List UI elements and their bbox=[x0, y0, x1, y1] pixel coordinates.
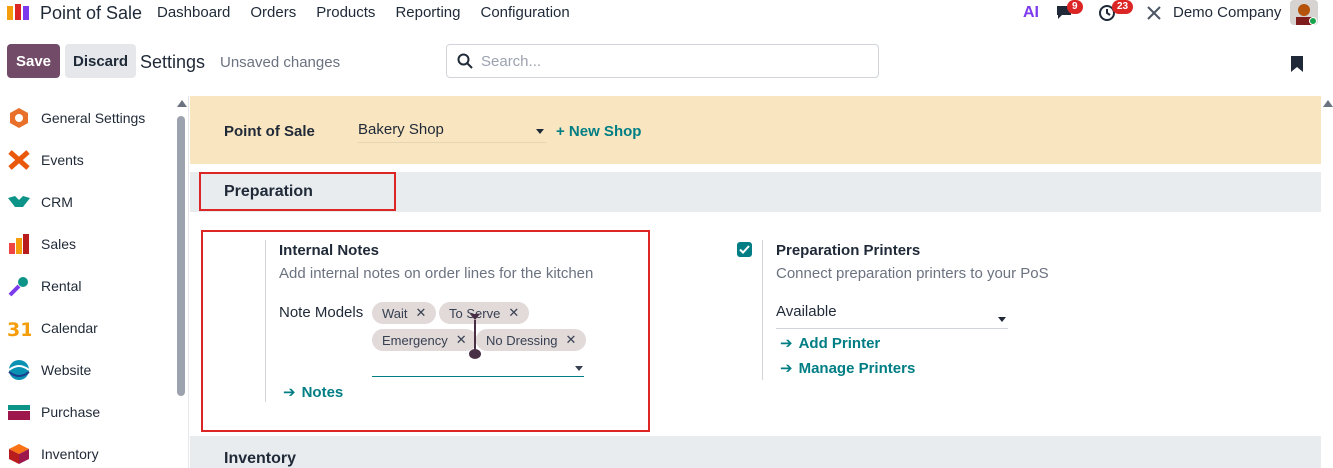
add-printer-label: Add Printer bbox=[798, 334, 881, 352]
purchase-icon bbox=[8, 405, 30, 420]
unsaved-status: Unsaved changes bbox=[220, 54, 341, 71]
online-status-dot bbox=[1309, 17, 1317, 25]
ai-icon[interactable]: AI bbox=[1023, 4, 1039, 22]
preparation-printers-title: Preparation Printers bbox=[776, 242, 921, 259]
menu-products[interactable]: Products bbox=[316, 4, 375, 21]
sidebar-item-label: Rental bbox=[41, 278, 82, 294]
calendar-icon: 31 bbox=[7, 319, 31, 340]
menu-orders[interactable]: Orders bbox=[250, 4, 296, 21]
search-input[interactable] bbox=[481, 51, 861, 71]
chevron-down-icon bbox=[998, 317, 1006, 322]
new-shop-button[interactable]: + New Shop bbox=[556, 123, 641, 140]
shop-select-value: Bakery Shop bbox=[358, 121, 444, 138]
arrow-right-icon: ➔ bbox=[780, 335, 793, 352]
sidebar-item-label: Purchase bbox=[41, 404, 101, 420]
pos-app-icon[interactable] bbox=[6, 2, 32, 22]
menu-reporting[interactable]: Reporting bbox=[395, 4, 460, 21]
inventory-icon bbox=[9, 444, 29, 464]
settings-sidebar: General Settings Events CRM Sales Rental… bbox=[0, 96, 189, 468]
svg-text:31: 31 bbox=[7, 319, 31, 340]
activities-count-badge: 23 bbox=[1112, 0, 1134, 14]
app-name[interactable]: Point of Sale bbox=[40, 3, 142, 24]
pos-label: Point of Sale bbox=[224, 123, 315, 140]
manage-printers-label: Manage Printers bbox=[798, 359, 916, 377]
menu-configuration[interactable]: Configuration bbox=[480, 4, 569, 21]
sidebar-item-events[interactable]: Events bbox=[0, 139, 170, 181]
rental-icon bbox=[8, 277, 28, 297]
sidebar-item-label: Calendar bbox=[41, 320, 98, 336]
sidebar-item-calendar[interactable]: 31 Calendar bbox=[0, 307, 170, 349]
manage-printers-link[interactable]: ➔ Manage Printers bbox=[780, 359, 916, 378]
search-icon bbox=[457, 53, 473, 69]
sidebar-item-rental[interactable]: Rental bbox=[0, 265, 170, 307]
sidebar-item-label: Events bbox=[41, 152, 84, 168]
main-scroll-up-arrow[interactable] bbox=[1323, 100, 1333, 107]
bookmark-icon[interactable] bbox=[1290, 55, 1304, 73]
preparation-printers-description: Connect preparation printers to your PoS bbox=[776, 265, 1049, 282]
sales-icon bbox=[9, 234, 29, 254]
highlight-box-internal-notes bbox=[201, 230, 650, 432]
search-box[interactable] bbox=[446, 44, 879, 78]
arrow-right-icon: ➔ bbox=[780, 360, 793, 377]
highlight-box-preparation bbox=[199, 172, 396, 211]
main-menu: Dashboard Orders Products Reporting Conf… bbox=[157, 4, 570, 21]
shop-select[interactable]: Bakery Shop bbox=[358, 121, 546, 143]
top-navbar: Point of Sale Dashboard Orders Products … bbox=[0, 0, 1333, 26]
menu-dashboard[interactable]: Dashboard bbox=[157, 4, 230, 21]
sidebar-item-label: Website bbox=[41, 362, 92, 378]
section-header-inventory: Inventory bbox=[190, 436, 1321, 468]
section-title: Inventory bbox=[224, 450, 297, 467]
discard-button[interactable]: Discard bbox=[65, 44, 136, 78]
website-icon bbox=[8, 360, 30, 380]
main-scrollbar[interactable] bbox=[1321, 96, 1333, 468]
sidebar-item-label: General Settings bbox=[41, 110, 146, 126]
printer-availability-value: Available bbox=[776, 303, 837, 320]
preparation-printers-checkbox[interactable] bbox=[737, 242, 752, 257]
events-icon bbox=[8, 150, 30, 170]
sidebar-item-label: Sales bbox=[41, 236, 77, 252]
company-switcher[interactable]: Demo Company bbox=[1173, 4, 1281, 21]
save-button[interactable]: Save bbox=[7, 44, 60, 78]
sidebar-item-website[interactable]: Website bbox=[0, 349, 170, 391]
sidebar-item-general-settings[interactable]: General Settings bbox=[0, 97, 170, 139]
sidebar-item-crm[interactable]: CRM bbox=[0, 181, 170, 223]
tools-icon[interactable] bbox=[1145, 4, 1163, 22]
printer-availability-select[interactable]: Available bbox=[776, 303, 1008, 329]
add-printer-link[interactable]: ➔ Add Printer bbox=[780, 334, 881, 353]
sidebar-item-label: Inventory bbox=[41, 446, 99, 462]
setting-divider bbox=[762, 240, 763, 380]
sidebar-scroll-up-arrow[interactable] bbox=[177, 100, 187, 107]
pos-selector-banner: Point of Sale Bakery Shop + New Shop bbox=[190, 96, 1321, 164]
control-panel: Save Discard Settings Unsaved changes bbox=[0, 40, 1333, 86]
sidebar-item-sales[interactable]: Sales bbox=[0, 223, 170, 265]
messages-count-badge: 9 bbox=[1067, 0, 1083, 14]
sidebar-scrollbar[interactable] bbox=[177, 116, 185, 396]
chevron-down-icon bbox=[536, 129, 544, 134]
sidebar-item-purchase[interactable]: Purchase bbox=[0, 391, 170, 433]
page-title: Settings bbox=[140, 52, 206, 72]
crm-icon bbox=[8, 196, 30, 207]
sidebar-item-inventory[interactable]: Inventory bbox=[0, 433, 170, 468]
settings-content: Point of Sale Bakery Shop + New Shop Pre… bbox=[190, 96, 1321, 468]
general-settings-icon bbox=[10, 108, 28, 128]
sidebar-item-label: CRM bbox=[41, 194, 73, 210]
check-icon bbox=[739, 245, 750, 254]
